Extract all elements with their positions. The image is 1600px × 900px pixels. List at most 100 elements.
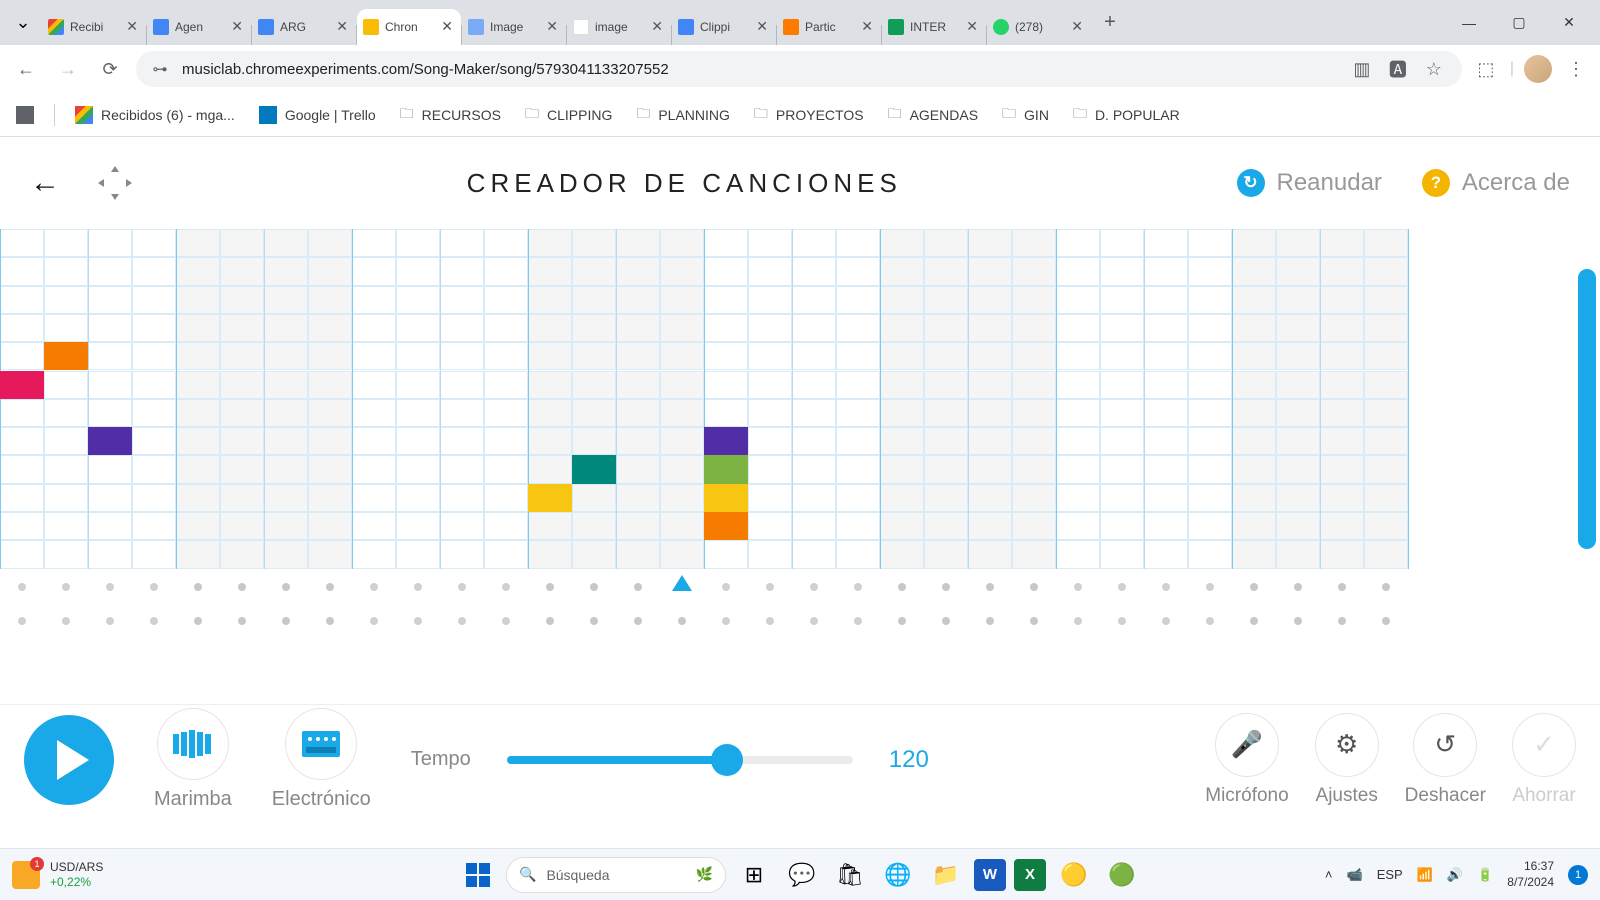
grid-cell[interactable] — [1364, 257, 1408, 285]
grid-cell[interactable] — [1276, 286, 1320, 314]
back-arrow-icon[interactable]: ← — [30, 166, 60, 200]
grid-cell[interactable] — [0, 229, 44, 257]
grid-cell[interactable] — [836, 314, 880, 342]
tab-close-icon[interactable]: ✕ — [859, 18, 875, 35]
grid-cell[interactable] — [1320, 540, 1364, 568]
grid-cell[interactable] — [616, 342, 660, 370]
grid-cell[interactable] — [528, 371, 572, 399]
grid-cell[interactable] — [44, 512, 88, 540]
grid-cell[interactable] — [924, 455, 968, 483]
grid-cell[interactable] — [88, 484, 132, 512]
grid-cell[interactable] — [396, 512, 440, 540]
grid-cell[interactable] — [1188, 229, 1232, 257]
grid-cell[interactable] — [748, 257, 792, 285]
grid-cell[interactable] — [616, 286, 660, 314]
grid-cell[interactable] — [1012, 540, 1056, 568]
tray-battery-icon[interactable]: 🔋 — [1477, 867, 1493, 883]
grid-cell[interactable] — [1276, 484, 1320, 512]
browser-tab[interactable]: ARG✕ — [252, 9, 356, 45]
grid-cell[interactable] — [132, 314, 176, 342]
drum-cell[interactable] — [18, 583, 26, 591]
grid-cell[interactable] — [1144, 399, 1188, 427]
grid-cell[interactable] — [660, 399, 704, 427]
tabs-dropdown[interactable]: ⌄ — [8, 8, 38, 38]
grid-cell[interactable] — [308, 286, 352, 314]
grid-cell[interactable] — [484, 257, 528, 285]
grid-cell[interactable] — [924, 229, 968, 257]
tb-store[interactable]: 🛍 — [830, 855, 870, 895]
grid-cell[interactable] — [308, 314, 352, 342]
tb-chrome1[interactable]: 🟡 — [1054, 855, 1094, 895]
drum-cell[interactable] — [1382, 583, 1390, 591]
grid-cell[interactable] — [836, 257, 880, 285]
grid-cell[interactable] — [704, 286, 748, 314]
grid-cell[interactable] — [616, 484, 660, 512]
grid-cell[interactable] — [880, 257, 924, 285]
grid-cell[interactable] — [44, 257, 88, 285]
grid-cell[interactable] — [616, 371, 660, 399]
bookmark-item[interactable]: 🗀AGENDAS — [888, 103, 978, 127]
nav-reload[interactable]: ⟳ — [94, 53, 126, 85]
tb-explorer[interactable]: 📁 — [926, 855, 966, 895]
grid-cell[interactable] — [308, 371, 352, 399]
grid-cell[interactable] — [704, 399, 748, 427]
grid-cell[interactable] — [1100, 455, 1144, 483]
grid-cell[interactable] — [660, 257, 704, 285]
grid-cell[interactable] — [88, 399, 132, 427]
grid-cell[interactable] — [528, 455, 572, 483]
grid-cell[interactable] — [616, 427, 660, 455]
instrument-melody[interactable]: Marimba — [154, 708, 232, 811]
grid-cell[interactable] — [440, 342, 484, 370]
grid-cell[interactable] — [1188, 314, 1232, 342]
drum-cell[interactable] — [458, 617, 466, 625]
grid-cell[interactable] — [308, 484, 352, 512]
grid-cell[interactable] — [836, 286, 880, 314]
drum-cell[interactable] — [678, 617, 686, 625]
grid-cell[interactable] — [484, 229, 528, 257]
bookmark-item[interactable]: 🗀RECURSOS — [400, 103, 501, 127]
grid-cell[interactable] — [572, 484, 616, 512]
grid-cell[interactable] — [1056, 399, 1100, 427]
grid-cell[interactable] — [1100, 540, 1144, 568]
translate-icon[interactable]: 🅰 — [1384, 55, 1412, 83]
browser-tab[interactable]: (278)✕ — [987, 9, 1091, 45]
grid-cell[interactable] — [484, 427, 528, 455]
grid-cell[interactable] — [264, 484, 308, 512]
drum-cell[interactable] — [1294, 617, 1302, 625]
grid-cell[interactable] — [132, 371, 176, 399]
grid-cell[interactable] — [176, 342, 220, 370]
grid-cell[interactable] — [44, 399, 88, 427]
grid-cell[interactable] — [1364, 229, 1408, 257]
grid-cell[interactable] — [1100, 371, 1144, 399]
note-block[interactable] — [88, 427, 132, 455]
grid-cell[interactable] — [528, 314, 572, 342]
drum-cell[interactable] — [854, 617, 862, 625]
grid-cell[interactable] — [1276, 342, 1320, 370]
grid-cell[interactable] — [132, 257, 176, 285]
grid-cell[interactable] — [880, 229, 924, 257]
grid-cell[interactable] — [0, 455, 44, 483]
tab-close-icon[interactable]: ✕ — [754, 18, 770, 35]
grid-cell[interactable] — [1144, 314, 1188, 342]
grid-cell[interactable] — [1232, 286, 1276, 314]
grid-cell[interactable] — [220, 427, 264, 455]
grid-cell[interactable] — [572, 257, 616, 285]
grid-cell[interactable] — [880, 342, 924, 370]
grid-cell[interactable] — [484, 371, 528, 399]
grid-cell[interactable] — [0, 399, 44, 427]
grid-cell[interactable] — [44, 427, 88, 455]
tab-close-icon[interactable]: ✕ — [544, 18, 560, 35]
drum-cell[interactable] — [1118, 617, 1126, 625]
new-tab-button[interactable]: + — [1095, 8, 1125, 38]
grid-cell[interactable] — [1056, 512, 1100, 540]
grid-cell[interactable] — [440, 540, 484, 568]
grid-cell[interactable] — [572, 399, 616, 427]
grid-cell[interactable] — [1232, 229, 1276, 257]
grid-cell[interactable] — [792, 371, 836, 399]
grid-cell[interactable] — [440, 455, 484, 483]
grid-cell[interactable] — [440, 399, 484, 427]
drum-cell[interactable] — [502, 617, 510, 625]
grid-cell[interactable] — [1276, 399, 1320, 427]
grid-cell[interactable] — [1144, 540, 1188, 568]
grid-cell[interactable] — [44, 314, 88, 342]
